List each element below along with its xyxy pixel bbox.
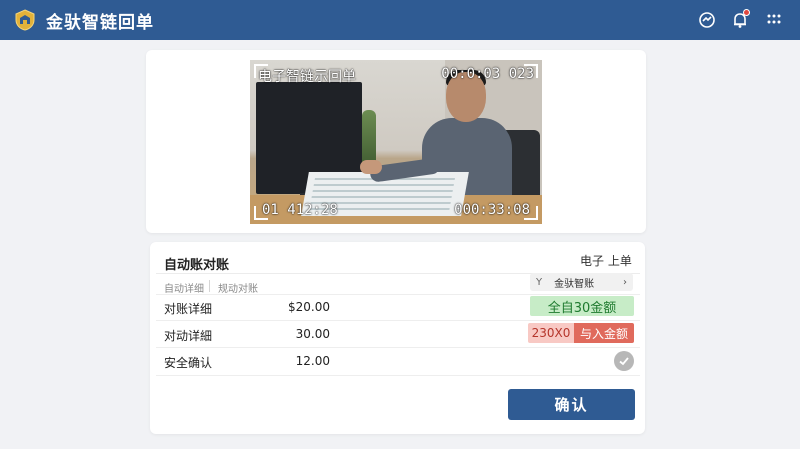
app-header: 金驮智链回单 (0, 0, 800, 40)
divider (156, 375, 640, 376)
row-value: 12.00 (295, 354, 330, 368)
selector-label: 金驮智账 (554, 278, 595, 290)
selector-prefix-icon: Y (536, 276, 543, 288)
row-label: 安全确认 (164, 356, 213, 370)
shield-logo-icon (15, 9, 35, 31)
notification-badge (743, 9, 750, 16)
divider (156, 320, 640, 321)
row-value: 30.00 (295, 327, 330, 341)
video-timestamp-bottom-left: 01 412:28 (262, 202, 338, 218)
divider (156, 347, 640, 348)
row-value: $20.00 (288, 300, 330, 314)
amount-code-tag: 230X0 (528, 323, 574, 343)
row-label: 对账详细 (164, 302, 213, 316)
section-right-label: 电子 上单 (580, 254, 632, 268)
account-selector[interactable]: Y 金驮智账 › (530, 273, 633, 291)
messenger-icon[interactable] (697, 10, 717, 30)
confirm-button[interactable]: 确认 (508, 389, 635, 420)
app-title: 金驮智链回单 (46, 13, 154, 33)
video-player[interactable]: 电子智链示回单 00:0:03 023 01 412:28 000:33:08 (250, 60, 542, 224)
divider (156, 294, 640, 295)
divider (209, 280, 210, 292)
video-overlay-title: 电子智链示回单 (258, 69, 356, 85)
chevron-right-icon: › (623, 276, 627, 288)
video-timestamp-top: 00:0:03 023 (441, 66, 534, 82)
grid-menu-icon[interactable] (764, 10, 784, 30)
input-amount-tag: 与入金额 (574, 323, 634, 343)
tab-auto-detail[interactable]: 自动详细 (164, 280, 204, 295)
checkmark-icon (619, 357, 629, 366)
tab-manual-reconcile[interactable]: 规动对账 (218, 280, 258, 295)
section-title: 自动账对账 (164, 258, 230, 273)
auto-amount-tag: 全自30金额 (530, 296, 634, 316)
row-label: 对动详細 (164, 329, 213, 343)
video-timestamp-bottom-right: 000:33:08 (454, 202, 530, 218)
check-icon[interactable] (614, 351, 634, 371)
